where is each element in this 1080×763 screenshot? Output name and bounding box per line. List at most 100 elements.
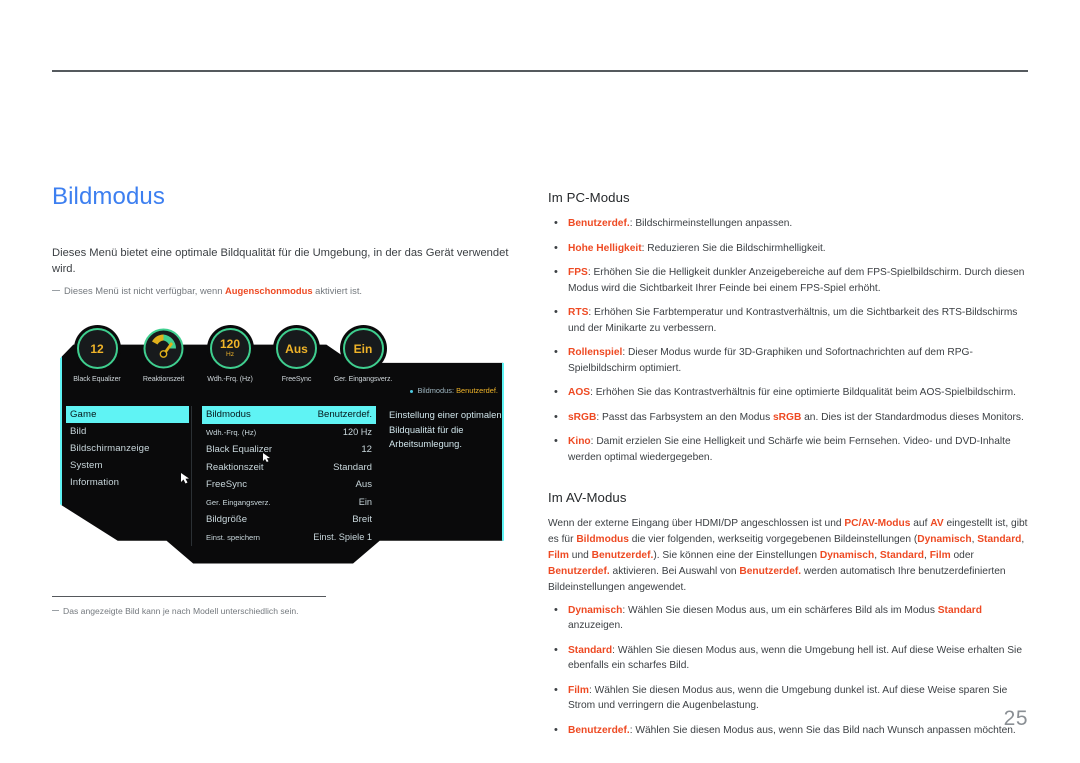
note-text-post: aktiviert ist.	[312, 285, 363, 297]
dial-value: Ein	[353, 341, 373, 356]
desc: Wählen Sie diesen Modus aus, um ein schä…	[568, 604, 982, 632]
header-divider	[52, 70, 1028, 72]
osd-setting-label: Bildmodus	[206, 409, 251, 421]
dial-label: Wdh.-Frq. (Hz)	[207, 375, 253, 384]
dial-label: Ger. Eingangsverz.	[333, 375, 393, 384]
list-item: AOS: Erhöhen Sie das Kontrastverhältnis …	[548, 384, 1030, 401]
page-title: Bildmodus	[52, 183, 165, 210]
note-text-pre: Dieses Menü ist nicht verfügbar, wenn	[64, 285, 226, 297]
osd-setting-row[interactable]: Bildmodus Benutzerdef.	[202, 406, 376, 424]
dial-circle: 120 Hz	[209, 328, 251, 370]
desc: Reduzieren Sie die Bildschirmhelligkeit.	[647, 242, 826, 254]
dial-label: Reaktionszeit	[142, 375, 185, 384]
list-item: Kino: Damit erzielen Sie eine Helligkeit…	[548, 433, 1030, 465]
list-item: Rollenspiel: Dieser Modus wurde für 3D-G…	[548, 344, 1030, 376]
osd-nav-label: System	[70, 460, 103, 472]
list-item: Standard: Wählen Sie diesen Modus aus, w…	[548, 642, 1030, 674]
osd-setting-value: Einst. Spiele 1	[313, 532, 372, 543]
osd-illustration: 12 Black Equalizer Reaktionszeit 120 Hz …	[52, 314, 512, 576]
dial-input-lag: Ein Ger. Eingangsverz.	[333, 328, 393, 400]
term: Standard	[568, 644, 613, 656]
list-item: Film: Wählen Sie diesen Modus aus, wenn …	[548, 682, 1030, 714]
osd-setting-value: Aus	[355, 479, 372, 491]
intro-paragraph: Dieses Menü bietet eine optimale Bildqua…	[52, 247, 509, 276]
osd-nav-item-bildschirmanzeige[interactable]: Bildschirmanzeige	[66, 440, 189, 457]
dial-freesync: Aus FreeSync	[270, 328, 324, 400]
list-item: Benutzerdef.: Bildschirmeinstellungen an…	[548, 215, 1030, 232]
term: Dynamisch	[568, 604, 623, 616]
term: Benutzerdef.	[568, 724, 630, 736]
term: Film	[568, 684, 589, 696]
desc: Passt das Farbsystem an den Modus sRGB a…	[601, 411, 1024, 423]
list-item: FPS: Erhöhen Sie die Helligkeit dunkler …	[548, 264, 1030, 296]
osd-nav-label: Information	[70, 477, 120, 489]
gauge-icon	[143, 328, 184, 369]
osd-setting-value: 120 Hz	[342, 427, 372, 438]
term: Kino	[568, 436, 591, 447]
osd-setting-label: Wdh.-Frq. (Hz)	[206, 427, 257, 437]
desc: Wählen Sie diesen Modus aus, wenn die Um…	[568, 644, 1022, 672]
dial-value: Aus	[285, 341, 308, 356]
osd-setting-label: Einst. speichern	[206, 532, 261, 542]
list-item: RTS: Erhöhen Sie Farbtemperatur und Kont…	[548, 304, 1030, 336]
dial-circle: 12	[76, 328, 118, 370]
osd-nav-item-information[interactable]: Information	[66, 474, 189, 491]
dial-circle: Ein	[342, 328, 384, 370]
osd-setting-row[interactable]: Bildgröße Breit	[202, 511, 376, 529]
av-mode-paragraph: Wenn der externe Eingang über HDMI/DP an…	[548, 518, 1028, 594]
osd-setting-value: Breit	[352, 514, 372, 526]
term: sRGB	[568, 411, 597, 423]
desc: Erhöhen Sie die Helligkeit dunkler Anzei…	[568, 267, 1025, 294]
hint-label: Bildmodus:	[417, 386, 455, 396]
manual-page: Bildmodus Dieses Menü bietet eine optima…	[0, 0, 1080, 763]
osd-dial-strip: 12 Black Equalizer Reaktionszeit 120 Hz …	[70, 328, 393, 400]
bullet-dot-icon	[410, 389, 414, 393]
term: RTS	[568, 307, 589, 318]
osd-setting-value: 12	[361, 444, 372, 456]
osd-description-text: Einstellung einer optimalen Bildqualität…	[389, 409, 502, 450]
right-column: Im PC-Modus Benutzerdef.: Bildschirmeins…	[548, 190, 1030, 747]
list-item: sRGB: Passt das Farbsystem an den Modus …	[548, 409, 1030, 426]
desc: Erhöhen Sie das Kontrastverhältnis für e…	[595, 387, 1016, 398]
osd-nav-label: Bild	[70, 426, 87, 438]
osd-setting-row[interactable]: Reaktionszeit Standard	[202, 459, 376, 477]
list-item: Benutzerdef.: Wählen Sie diesen Modus au…	[548, 722, 1030, 739]
dial-unit: Hz	[225, 350, 235, 358]
term: FPS	[568, 267, 588, 278]
osd-nav-label: Bildschirmanzeige	[70, 443, 150, 455]
hint-value: Benutzerdef.	[456, 386, 498, 396]
osd-status-hint: Bildmodus: Benutzerdef.	[410, 386, 498, 395]
osd-setting-value: Standard	[333, 461, 372, 473]
dial-label: Black Equalizer	[73, 375, 121, 384]
image-footnote: Das angezeigte Bild kann je nach Modell …	[52, 605, 512, 617]
osd-setting-row[interactable]: Ger. Eingangsverz. Ein	[202, 494, 376, 512]
list-item: Dynamisch: Wählen Sie diesen Modus aus, …	[548, 602, 1030, 634]
availability-note: Dieses Menü ist nicht verfügbar, wenn Au…	[52, 284, 512, 298]
av-mode-list: Dynamisch: Wählen Sie diesen Modus aus, …	[548, 602, 1030, 739]
dial-label: FreeSync	[281, 375, 312, 384]
pc-mode-list: Benutzerdef.: Bildschirmeinstellungen an…	[548, 215, 1030, 465]
osd-setting-row[interactable]: Wdh.-Frq. (Hz) 120 Hz	[202, 424, 376, 442]
pc-mode-heading: Im PC-Modus	[548, 190, 630, 205]
osd-setting-row[interactable]: FreeSync Aus	[202, 476, 376, 494]
osd-setting-row[interactable]: Einst. speichern Einst. Spiele 1	[202, 529, 376, 547]
osd-setting-label: FreeSync	[206, 479, 248, 491]
dial-reaktionszeit: Reaktionszeit	[137, 328, 191, 400]
av-mode-heading: Im AV-Modus	[548, 490, 627, 505]
osd-setting-value: Ein	[358, 497, 372, 508]
term: AOS	[568, 387, 591, 398]
desc: Wählen Sie diesen Modus aus, wenn die Um…	[568, 684, 1008, 712]
left-column: Bildmodus Dieses Menü bietet eine optima…	[52, 183, 512, 617]
dial-value: 120	[219, 336, 241, 351]
page-number: 25	[1003, 707, 1028, 730]
dial-black-equalizer: 12 Black Equalizer	[70, 328, 124, 400]
term: Hohe Helligkeit	[568, 242, 642, 254]
osd-nav-item-system[interactable]: System	[66, 457, 189, 474]
osd-nav-item-bild[interactable]: Bild	[66, 423, 189, 440]
osd-setting-row[interactable]: Black Equalizer 12	[202, 441, 376, 459]
term: Benutzerdef.	[568, 218, 630, 229]
osd-nav-item-game[interactable]: Game	[66, 406, 189, 424]
term: Rollenspiel	[568, 347, 623, 358]
dial-refresh-rate: 120 Hz Wdh.-Frq. (Hz)	[203, 328, 257, 400]
osd-setting-label: Reaktionszeit	[206, 461, 264, 473]
